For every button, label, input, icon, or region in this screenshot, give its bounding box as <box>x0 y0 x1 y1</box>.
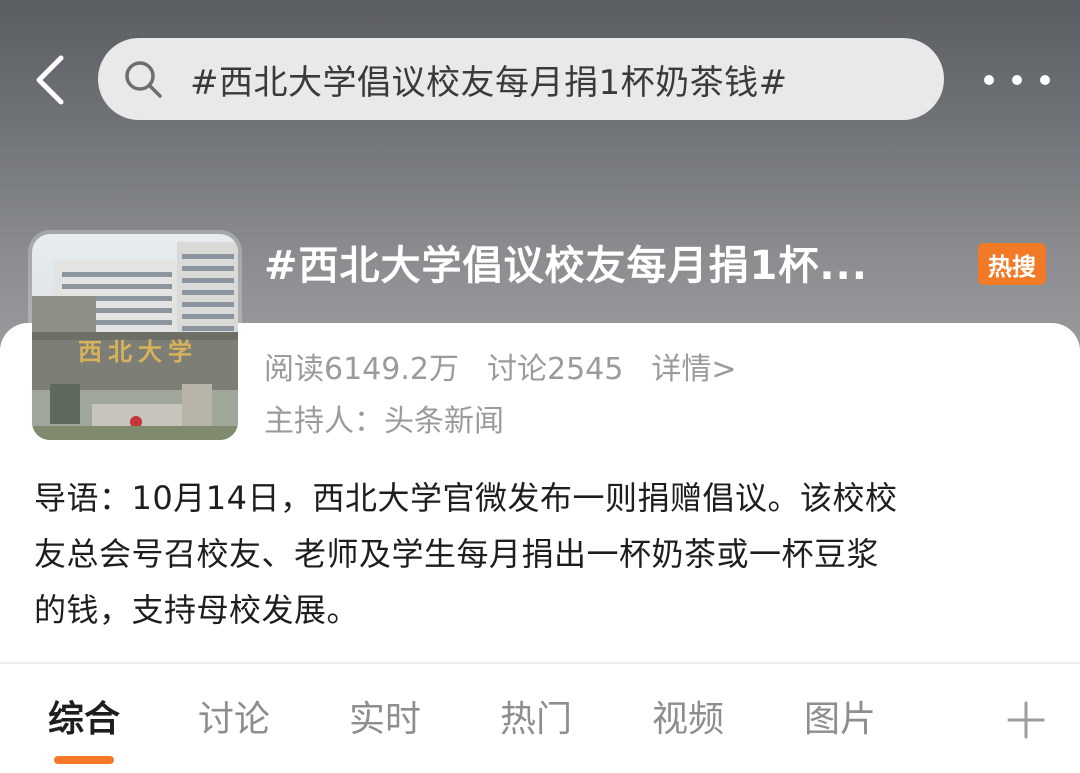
hot-search-badge: 热搜 <box>978 243 1046 285</box>
discussion-count: 讨论2545 <box>486 352 624 387</box>
active-tab-indicator <box>54 756 114 764</box>
more-options-button[interactable] <box>984 62 1050 98</box>
tab-images[interactable]: 图片 <box>804 690 876 750</box>
tab-realtime[interactable]: 实时 <box>349 690 421 750</box>
search-bar[interactable]: #西北大学倡议校友每月捐1杯奶茶钱# <box>98 38 944 120</box>
topic-host: 主持人：头条新闻 <box>264 404 504 439</box>
read-count: 阅读6149.2万 <box>264 352 459 387</box>
more-dot-icon <box>984 75 994 85</box>
tab-video[interactable]: 视频 <box>652 690 724 750</box>
plus-icon[interactable] <box>1006 700 1046 740</box>
campus-gate-image: 西北大学 <box>32 234 238 440</box>
topic-stats: 阅读6149.2万 讨论2545 详情> <box>264 342 736 390</box>
gate-sign-text: 西北大学 <box>78 338 198 366</box>
topic-intro: 导语：10月14日，西北大学官微发布一则捐赠倡议。该校校 友总会号召校友、老师及… <box>34 470 1044 638</box>
tab-bar: 综合 讨论 实时 热门 视频 图片 <box>0 690 1080 750</box>
tab-hot[interactable]: 热门 <box>500 690 572 750</box>
section-divider <box>0 662 1080 664</box>
chevron-left-icon <box>36 55 64 105</box>
details-link[interactable]: 详情> <box>651 344 736 388</box>
search-icon <box>125 61 162 98</box>
intro-line: 导语：10月14日，西北大学官微发布一则捐赠倡议。该校校 <box>34 479 898 517</box>
tab-comprehensive[interactable]: 综合 <box>48 690 120 750</box>
tab-discussion[interactable]: 讨论 <box>198 690 270 750</box>
more-dot-icon <box>1012 75 1022 85</box>
topic-thumbnail[interactable]: 西北大学 <box>32 234 238 440</box>
back-button[interactable] <box>28 52 72 108</box>
more-dot-icon <box>1040 75 1050 85</box>
topic-title: #西北大学倡议校友每月捐1杯... <box>264 243 868 289</box>
intro-line: 友总会号召校友、老师及学生每月捐出一杯奶茶或一杯豆浆 <box>34 535 880 573</box>
search-query: #西北大学倡议校友每月捐1杯奶茶钱# <box>190 62 788 103</box>
intro-line: 的钱，支持母校发展。 <box>34 591 360 629</box>
